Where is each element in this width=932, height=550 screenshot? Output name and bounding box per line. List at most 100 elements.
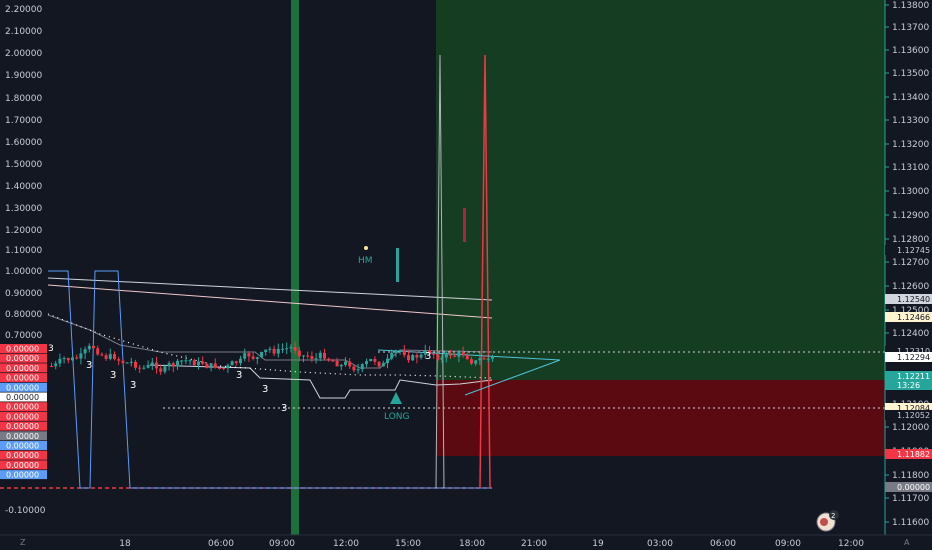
candle-body xyxy=(180,360,184,362)
time-axis-tick: 06:00 xyxy=(710,539,736,549)
candle-body xyxy=(192,360,196,366)
time-axis-tick: 06:00 xyxy=(208,539,234,549)
candle-body xyxy=(465,355,469,360)
candle-body xyxy=(113,354,116,360)
candle-body xyxy=(108,354,112,359)
left-axis-tick: 1.30000 xyxy=(5,204,42,214)
candle-body xyxy=(293,347,297,351)
candle-body xyxy=(386,358,389,364)
candle-body xyxy=(218,367,221,369)
candle-body xyxy=(440,357,444,360)
candle-body xyxy=(92,345,95,349)
candle-body xyxy=(226,365,230,369)
candle-body xyxy=(129,361,133,363)
green-bar xyxy=(396,248,399,282)
right-price-label-text: 1.11882 xyxy=(897,450,930,459)
right-axis-tick: 1.12000 xyxy=(892,423,929,433)
right-axis-tick: 1.11600 xyxy=(892,518,929,528)
candle-body xyxy=(327,358,331,361)
left-axis-tick: 1.80000 xyxy=(5,94,42,104)
left-badge-label: 0.00000 xyxy=(6,345,39,354)
candle-body xyxy=(348,361,352,367)
right-axis-tick: 1.11800 xyxy=(892,471,929,481)
right-axis-tick: 1.12800 xyxy=(892,235,929,245)
candle-body xyxy=(83,349,87,354)
candle-body xyxy=(96,348,100,355)
right-price-label-text: 1.12540 xyxy=(897,295,930,304)
auto-scale-button[interactable]: A xyxy=(904,538,910,547)
candle-body xyxy=(339,364,343,367)
time-axis-tick: 12:00 xyxy=(333,539,359,549)
time-axis-tick: 18:00 xyxy=(459,539,485,549)
candle-body xyxy=(331,360,335,362)
candle-body xyxy=(75,357,79,359)
chart-root[interactable]: HM LONG 3 3 3 3 3 3 3 2.20000 2.10000 2.00… xyxy=(0,0,932,550)
hm-marker-dot xyxy=(364,246,368,250)
right-price-label-text: 1.12211 xyxy=(897,372,930,381)
candle-body xyxy=(289,347,293,349)
log-scale-button[interactable]: Z xyxy=(20,538,26,547)
left-axis-tick: 1.40000 xyxy=(5,182,42,192)
left-badge-label: 0.00000 xyxy=(6,451,39,460)
candle-body xyxy=(318,352,322,359)
left-axis-tick: -0.10000 xyxy=(5,506,46,516)
candle-body xyxy=(222,368,226,370)
left-axis-tick: 1.10000 xyxy=(5,246,42,256)
left-axis-tick: 2.20000 xyxy=(5,5,42,15)
left-badge-label: 0.00000 xyxy=(6,432,39,441)
count-label: 3 xyxy=(425,351,431,362)
candle-body xyxy=(87,345,91,350)
right-axis-tick: 1.12700 xyxy=(892,258,929,268)
candle-body xyxy=(276,348,280,354)
candle-body xyxy=(369,358,373,362)
candle-body xyxy=(444,352,448,358)
candle-body xyxy=(209,363,213,369)
candle-body xyxy=(402,350,406,356)
candle-body xyxy=(470,359,473,364)
candle-body xyxy=(243,353,247,359)
candle-body xyxy=(54,363,58,367)
candle-body xyxy=(482,358,486,360)
candle-body xyxy=(184,360,188,362)
red-bar xyxy=(463,208,466,242)
right-axis-tick: 1.13600 xyxy=(892,46,929,56)
candle-body xyxy=(155,362,158,369)
count-label: 3 xyxy=(262,384,268,395)
left-badge-label: 0.00000 xyxy=(6,354,39,363)
right-axis-tick: 1.12900 xyxy=(892,211,929,221)
profit-zone[interactable] xyxy=(436,0,885,380)
right-axis-tick: 1.11700 xyxy=(892,494,929,504)
candle-body xyxy=(306,355,310,357)
candle-body xyxy=(66,358,70,361)
left-badge-label: 0.00000 xyxy=(6,403,39,412)
candle-body xyxy=(251,356,255,359)
left-badge-label: 0.00000 xyxy=(6,422,39,431)
right-axis-tick: 1.13500 xyxy=(892,69,929,79)
right-axis-tick: 1.12400 xyxy=(892,329,929,339)
left-axis-tick: 2.10000 xyxy=(5,27,42,37)
candle-body xyxy=(478,358,482,361)
candle-body xyxy=(205,363,209,369)
time-axis-tick: 15:00 xyxy=(395,539,421,549)
candle-body xyxy=(398,350,402,352)
right-axis-tick: 1.13300 xyxy=(892,116,929,126)
candle-body xyxy=(255,357,259,359)
candle-body xyxy=(356,369,360,371)
candle-body xyxy=(272,348,276,354)
candle-body xyxy=(449,352,452,356)
right-axis-tick: 1.13200 xyxy=(892,140,929,150)
candle-body xyxy=(134,361,137,368)
candle-body xyxy=(491,356,494,359)
candle-body xyxy=(58,358,62,364)
left-axis-tick: 1.20000 xyxy=(5,226,42,236)
candle-body xyxy=(197,361,200,366)
candle-body xyxy=(100,354,104,356)
left-axis-tick: 2.00000 xyxy=(5,49,42,59)
loss-zone[interactable] xyxy=(436,380,885,456)
candle-body xyxy=(171,363,175,367)
candle-body xyxy=(335,360,339,367)
right-axis-tick: 1.13800 xyxy=(892,1,929,11)
candle-body xyxy=(419,354,423,358)
candle-body xyxy=(50,366,53,367)
candle-body xyxy=(260,352,263,358)
